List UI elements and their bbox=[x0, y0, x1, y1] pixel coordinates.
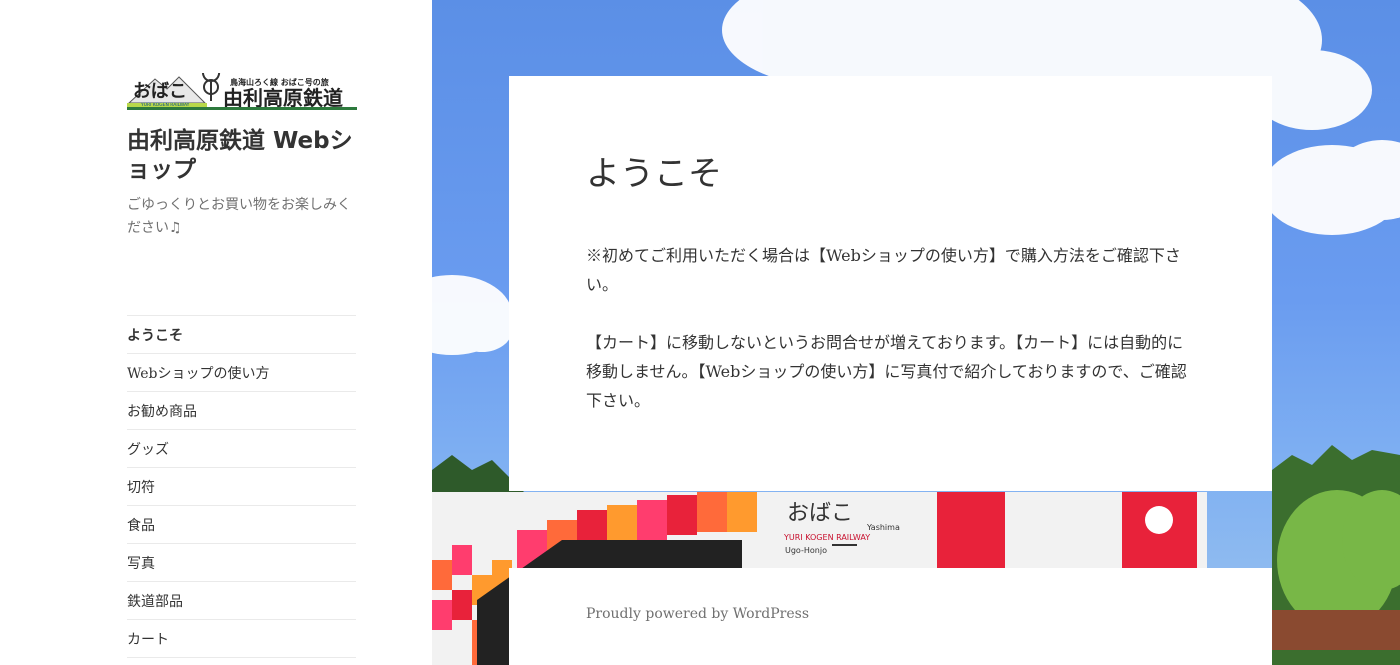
svg-text:おばこ: おばこ bbox=[787, 501, 853, 526]
sidebar: おばこ 鳥海山ろく線 おばこ号の旅 由利高原鉄道 YURI KOGEN RAIL… bbox=[0, 0, 432, 665]
nav-item-photos[interactable]: 写真 bbox=[127, 544, 356, 582]
nav-item-welcome[interactable]: ようこそ bbox=[127, 316, 356, 354]
main-content-card: ようこそ ※初めてご利用いただく場合は【Webショップの使い方】で購入方法をご確… bbox=[509, 76, 1272, 491]
nav-item-railway-parts[interactable]: 鉄道部品 bbox=[127, 582, 356, 620]
powered-by-link[interactable]: Proudly powered by WordPress bbox=[586, 606, 809, 622]
nav-item-recommended[interactable]: お勧め商品 bbox=[127, 392, 356, 430]
svg-text:由利高原鉄道: 由利高原鉄道 bbox=[223, 86, 343, 110]
nav-item-cart[interactable]: カート bbox=[127, 620, 356, 658]
nav-item-goods[interactable]: グッズ bbox=[127, 430, 356, 468]
page-title: ようこそ bbox=[586, 154, 722, 194]
svg-text:YURI KOGEN RAILWAY: YURI KOGEN RAILWAY bbox=[783, 533, 870, 542]
site-logo[interactable]: おばこ 鳥海山ろく線 おばこ号の旅 由利高原鉄道 YURI KOGEN RAIL… bbox=[127, 64, 357, 113]
nav-item-food[interactable]: 食品 bbox=[127, 506, 356, 544]
svg-text:Yashima: Yashima bbox=[866, 523, 900, 532]
svg-text:おばこ: おばこ bbox=[133, 81, 187, 102]
site-footer: Proudly powered by WordPress bbox=[509, 568, 1272, 665]
svg-text:Ugo-Honjo: Ugo-Honjo bbox=[785, 546, 827, 555]
notice-paragraph: 【カート】に移動しないというお問合せが増えております。【カート】には自動的に移動… bbox=[586, 333, 1187, 410]
nav-item-how-to-use[interactable]: Webショップの使い方 bbox=[127, 354, 356, 392]
intro-paragraph: ※初めてご利用いただく場合は【Webショップの使い方】で購入方法をご確認下さい。 bbox=[586, 246, 1181, 294]
svg-text:YURI KOGEN RAILWAY: YURI KOGEN RAILWAY bbox=[140, 102, 190, 108]
site-tagline: ごゆっくりとお買い物をお楽しみください♫ bbox=[127, 197, 351, 236]
nav-item-tickets[interactable]: 切符 bbox=[127, 468, 356, 506]
site-title[interactable]: 由利高原鉄道 Webショップ bbox=[127, 127, 367, 185]
main-navigation: ようこそ Webショップの使い方 お勧め商品 グッズ 切符 食品 写真 鉄道部品… bbox=[127, 315, 356, 658]
